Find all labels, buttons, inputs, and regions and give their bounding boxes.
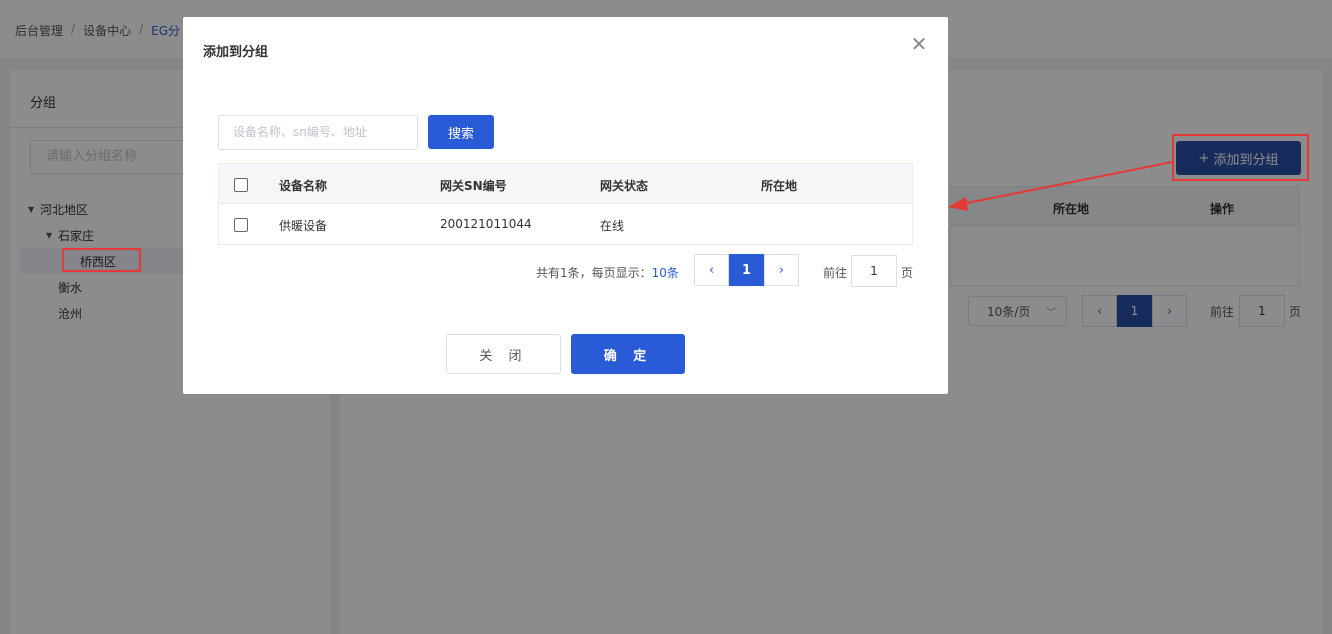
arrow-line	[961, 161, 1173, 205]
annotation-arrow	[948, 161, 1173, 211]
arrow-head	[948, 197, 968, 211]
